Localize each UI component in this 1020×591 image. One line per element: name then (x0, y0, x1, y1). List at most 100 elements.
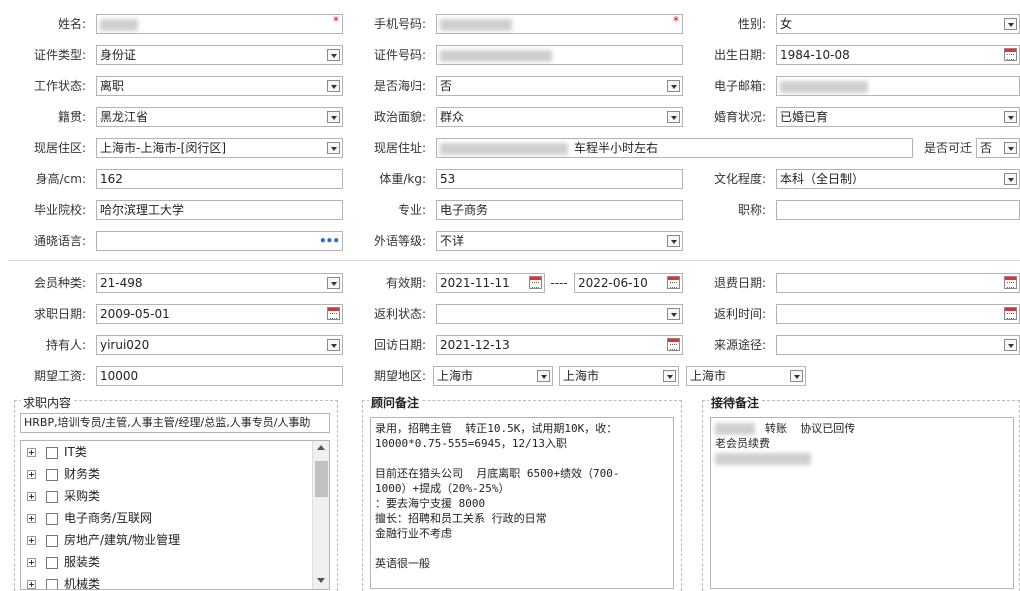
work-status-select[interactable]: 离职 (96, 76, 343, 96)
tree-item-finance[interactable]: 财务类 (27, 463, 100, 485)
chevron-down-icon[interactable] (667, 308, 680, 320)
relocate-select[interactable]: 否 (976, 138, 1020, 158)
calendar-icon[interactable] (529, 276, 542, 289)
chevron-down-icon[interactable] (1004, 18, 1017, 30)
member-type-select[interactable]: 21-498 (96, 273, 343, 293)
returnee-select[interactable]: 否 (436, 76, 683, 96)
region-province-select[interactable]: 上海市 (433, 366, 553, 386)
major-field[interactable]: 电子商务 (436, 200, 683, 220)
tree-scrollbar[interactable] (312, 441, 329, 589)
height-field[interactable]: 162 (96, 169, 343, 189)
chevron-down-icon[interactable] (1004, 111, 1017, 123)
calendar-icon[interactable] (1004, 48, 1017, 61)
birth-date-label: 出生日期: (713, 48, 766, 62)
education-label: 文化程度: (713, 172, 766, 186)
rebate-time-field[interactable] (776, 304, 1020, 324)
visit-date-field[interactable]: 2021-12-13 (436, 335, 683, 355)
tree-item-it[interactable]: IT类 (27, 441, 87, 463)
checkbox[interactable] (46, 556, 58, 569)
foreign-level-select[interactable]: 不详 (436, 231, 683, 251)
expand-plus-icon[interactable] (27, 470, 36, 479)
address-field[interactable]: 车程半小时左右 (436, 138, 913, 158)
calendar-icon[interactable] (1004, 276, 1017, 289)
title-field[interactable] (776, 200, 1020, 220)
weight-field[interactable]: 53 (436, 169, 683, 189)
calendar-icon[interactable] (667, 276, 680, 289)
political-status-select[interactable]: 群众 (436, 107, 683, 127)
chevron-down-icon[interactable] (537, 370, 550, 382)
job-date-field[interactable]: 2009-05-01 (96, 304, 343, 324)
scroll-down-icon[interactable] (317, 578, 325, 583)
political-status-label: 政治面貌: (373, 110, 426, 124)
chevron-down-icon[interactable] (327, 111, 340, 123)
expand-plus-icon[interactable] (27, 580, 36, 589)
id-type-select[interactable]: 身份证 (96, 45, 343, 65)
rebate-status-select[interactable] (436, 304, 683, 324)
marital-status-select[interactable]: 已婚已育 (776, 107, 1020, 127)
chevron-down-icon[interactable] (327, 277, 340, 289)
region-district-select[interactable]: 上海市 (686, 366, 806, 386)
checkbox[interactable] (46, 446, 58, 459)
checkbox[interactable] (46, 468, 58, 481)
checkbox[interactable] (46, 534, 58, 547)
residence-area-select[interactable]: 上海市-上海市-[闵行区] (96, 138, 343, 158)
chevron-down-icon[interactable] (667, 80, 680, 92)
tree-item-ecommerce[interactable]: 电子商务/互联网 (27, 507, 152, 529)
more-dots-icon[interactable]: ••• (319, 232, 340, 250)
region-city-select[interactable]: 上海市 (559, 366, 679, 386)
expand-plus-icon[interactable] (27, 558, 36, 567)
education-select[interactable]: 本科（全日制） (776, 169, 1020, 189)
chevron-down-icon[interactable] (1004, 339, 1017, 351)
expand-plus-icon[interactable] (27, 536, 36, 545)
source-select[interactable] (776, 335, 1020, 355)
expand-plus-icon[interactable] (27, 514, 36, 523)
phone-field[interactable]: * (436, 14, 683, 34)
chevron-down-icon[interactable] (667, 111, 680, 123)
address-label: 现居住址: (373, 141, 426, 155)
scroll-thumb[interactable] (315, 461, 328, 497)
checkbox[interactable] (46, 512, 58, 525)
calendar-icon[interactable] (667, 338, 680, 351)
name-field[interactable]: * (96, 14, 343, 34)
gender-select[interactable]: 女 (776, 14, 1020, 34)
birth-date-value: 1984-10-08 (780, 48, 850, 62)
tree-item-machinery[interactable]: 机械类 (27, 573, 100, 589)
calendar-icon[interactable] (327, 307, 340, 320)
chevron-down-icon[interactable] (667, 235, 680, 247)
native-place-select[interactable]: 黑龙江省 (96, 107, 343, 127)
checkbox[interactable] (46, 578, 58, 589)
chevron-down-icon[interactable] (327, 49, 340, 61)
expand-plus-icon[interactable] (27, 448, 36, 457)
calendar-icon[interactable] (1004, 307, 1017, 320)
chevron-down-icon[interactable] (1004, 173, 1017, 185)
checkbox[interactable] (46, 490, 58, 503)
major-value: 电子商务 (440, 203, 489, 217)
school-field[interactable]: 哈尔滨理工大学 (96, 200, 343, 220)
tree-item-apparel[interactable]: 服装类 (27, 551, 100, 573)
language-field[interactable]: ••• (96, 231, 343, 251)
salary-field[interactable]: 10000 (96, 366, 343, 386)
id-number-field[interactable] (436, 45, 683, 65)
chevron-down-icon[interactable] (790, 370, 803, 382)
chevron-down-icon[interactable] (1004, 142, 1017, 154)
chevron-down-icon[interactable] (327, 80, 340, 92)
refund-date-field[interactable] (776, 273, 1020, 293)
job-content-summary[interactable]: HRBP,培训专员/主管,人事主管/经理/总监,人事专员/人事助 (20, 413, 330, 433)
valid-from-field[interactable]: 2021-11-11 (436, 273, 545, 293)
chevron-down-icon[interactable] (663, 370, 676, 382)
tree-item-label: 房地产/建筑/物业管理 (64, 533, 181, 547)
job-category-tree[interactable]: IT类 财务类 采购类 电子商务/互联网 房地产/建筑/物业管理 服装类 机械类 (20, 440, 330, 590)
tree-item-purchasing[interactable]: 采购类 (27, 485, 100, 507)
valid-to-field[interactable]: 2022-06-10 (574, 273, 683, 293)
advisor-note-textarea[interactable]: 录用，招聘主管 转正10.5K，试用期10K，收： 10000*0.75-555… (370, 417, 674, 589)
chevron-down-icon[interactable] (327, 339, 340, 351)
reception-note-textarea[interactable]: 转账 协议已回传 老会员续费 (710, 417, 1014, 589)
marital-status-label: 婚育状况: (713, 110, 766, 124)
email-field[interactable] (776, 76, 1020, 96)
scroll-up-icon[interactable] (317, 445, 325, 450)
tree-item-realestate[interactable]: 房地产/建筑/物业管理 (27, 529, 180, 551)
holder-select[interactable]: yirui020 (96, 335, 343, 355)
chevron-down-icon[interactable] (327, 142, 340, 154)
birth-date-field[interactable]: 1984-10-08 (776, 45, 1020, 65)
expand-plus-icon[interactable] (27, 492, 36, 501)
